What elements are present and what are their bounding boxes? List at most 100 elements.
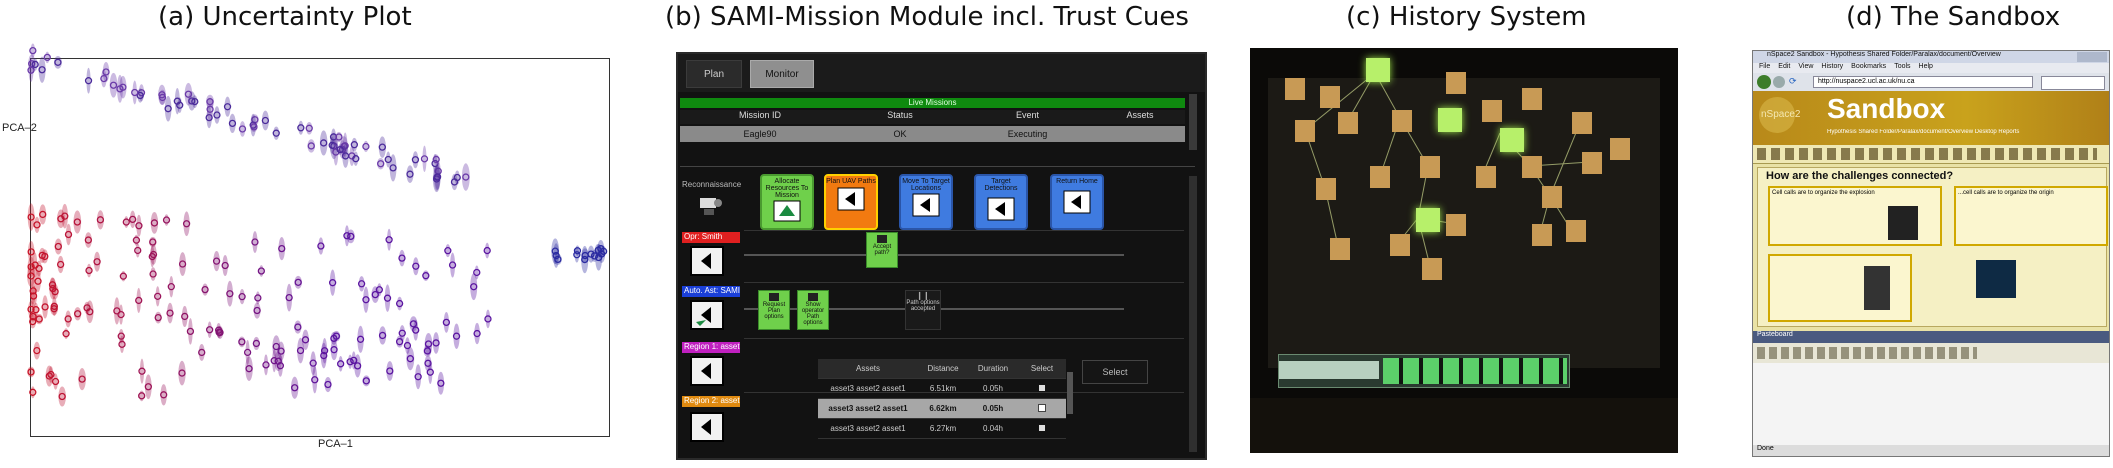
menu-help[interactable]: Help [1919,63,1933,73]
uncertainty-glyph [205,321,214,338]
uav-camera-icon [700,198,722,215]
uncertainty-glyph [85,263,93,278]
mission-row[interactable]: Eagle90 OK Executing [680,126,1185,142]
subtask-accept-path[interactable]: Accept path? [866,232,898,268]
step-label: Return Home [1056,178,1098,185]
table-row[interactable]: asset3 asset2 asset1 6.27km 0.04h [818,419,1066,439]
uncertainty-glyph [178,360,186,386]
uncertainty-glyph [27,240,35,263]
uncertainty-glyph [135,287,143,313]
uncertainty-glyph [437,371,445,395]
uncertainty-glyph [398,249,406,267]
workflow-scrollbar[interactable] [1189,176,1197,452]
window-controls[interactable] [2077,52,2107,62]
uncertainty-glyph [290,376,299,399]
uncertainty-glyph [39,204,47,225]
filmstrip-timeline[interactable] [1278,354,1570,388]
toolbar-icons[interactable] [1757,148,2097,160]
step-move-to-target[interactable]: Move To Target Locations [899,174,953,230]
history-node [1422,258,1442,280]
menu-history[interactable]: History [1821,63,1843,73]
uncertainty-glyph [254,291,262,305]
uncertainty-glyph [484,309,492,329]
menu-file[interactable]: File [1759,63,1770,73]
pasteboard-tray[interactable] [1753,343,2109,363]
uncertainty-glyph [154,311,162,324]
note-group[interactable]: Cell calls are to organize the explosion [1768,186,1942,246]
asset-duration: 0.05h [982,384,1004,393]
history-thumbnails[interactable] [1383,358,1567,384]
menu-edit[interactable]: Edit [1778,63,1790,73]
uncertainty-glyph [154,286,162,307]
sandbox-browser: nSpace2 Sandbox - Hypothesis Shared Fold… [1752,50,2110,457]
uncertainty-glyph [38,247,46,263]
history-node [1438,108,1462,132]
uncertainty-glyph [164,95,172,122]
note-group[interactable]: ...cell calls are to organize the origin [1954,186,2108,246]
note-group[interactable] [1768,254,1912,322]
step-plan-uav-paths[interactable]: Plan UAV Paths [824,174,878,230]
operator-icon[interactable] [690,246,724,276]
step-target-detections[interactable]: Target Detections [974,174,1028,230]
missions-scrollbar[interactable] [1189,94,1197,150]
region2-icon[interactable] [690,412,724,442]
reload-icon[interactable]: ⟳ [1789,77,1799,87]
history-node [1330,238,1350,260]
url-field[interactable]: http://nuspace2.ucl.ac.uk/nu.ca [1813,76,2033,88]
history-node [1370,166,1390,188]
asset-names: asset3 asset2 asset1 [828,404,908,413]
search-input[interactable] [2041,76,2105,90]
asset-distance: 6.51km [929,384,957,393]
uncertainty-glyph [122,216,130,228]
subtask-request-plan[interactable]: Request Plan options [758,290,790,330]
panel-title-a: (a) Uncertainty Plot [158,2,412,32]
uncertainty-glyph [62,328,70,340]
asset-table-scrollbar[interactable] [1067,372,1073,414]
window-title: nSpace2 Sandbox - Hypothesis Shared Fold… [1767,51,2001,58]
brand-label: nSpace2 [1761,109,1801,120]
uncertainty-glyph [328,269,337,296]
tab-monitor[interactable]: Monitor [750,60,814,88]
select-button[interactable]: Select [1082,360,1148,384]
asset-names: asset3 asset2 asset1 [830,384,906,393]
uncertainty-glyph [294,275,302,289]
menu-view[interactable]: View [1798,63,1813,73]
subtask-path-accepted[interactable]: ❙❙ Path options accepted [905,290,941,330]
note-image [1888,206,1918,240]
lane-divider [744,338,1184,339]
select-checkbox[interactable] [1018,424,1066,433]
asset-distance: 6.62km [929,404,957,413]
forward-icon[interactable] [1773,76,1785,88]
uncertainty-glyph [483,242,491,259]
uncertainty-glyph [297,120,305,135]
mission-assets [1095,126,1185,142]
uncertainty-glyph [113,297,121,325]
menu-bar: File Edit View History Bookmarks Tools H… [1753,63,2109,73]
uncertainty-glyph [385,228,393,251]
asset-names: asset3 asset2 asset1 [830,424,906,433]
play-icon [701,419,711,435]
select-checkbox[interactable] [1018,384,1066,393]
table-row[interactable]: asset3 asset2 asset1 6.62km 0.05h [818,399,1066,419]
canvas-area[interactable]: How are the challenges connected? Cell c… [1757,167,2108,327]
step-return-home[interactable]: Return Home [1050,174,1104,230]
step-allocate-resources[interactable]: Allocate Resources To Mission [760,174,814,230]
window-title-bar: nSpace2 Sandbox - Hypothesis Shared Fold… [1753,51,2109,63]
uncertainty-glyph [138,358,146,384]
subtask-show-paths[interactable]: Show operator Path options [797,290,829,330]
table-row[interactable]: asset3 asset2 asset1 6.51km 0.05h [818,379,1066,399]
tab-plan[interactable]: Plan [686,60,742,88]
uncertainty-glyph [252,336,261,351]
uncertainty-glyph [257,265,265,277]
region1-icon[interactable] [690,356,724,386]
uncertainty-glyph [49,277,57,300]
back-icon[interactable] [1757,75,1771,89]
status-text: Done [1757,445,1774,452]
sami-icon[interactable] [690,300,724,330]
uncertainty-glyph [138,390,146,402]
pasteboard-items[interactable] [1757,347,1977,359]
menu-bookmarks[interactable]: Bookmarks [1851,63,1886,73]
menu-tools[interactable]: Tools [1894,63,1910,73]
select-checkbox[interactable] [1018,403,1066,414]
uncertainty-glyph [84,67,93,94]
